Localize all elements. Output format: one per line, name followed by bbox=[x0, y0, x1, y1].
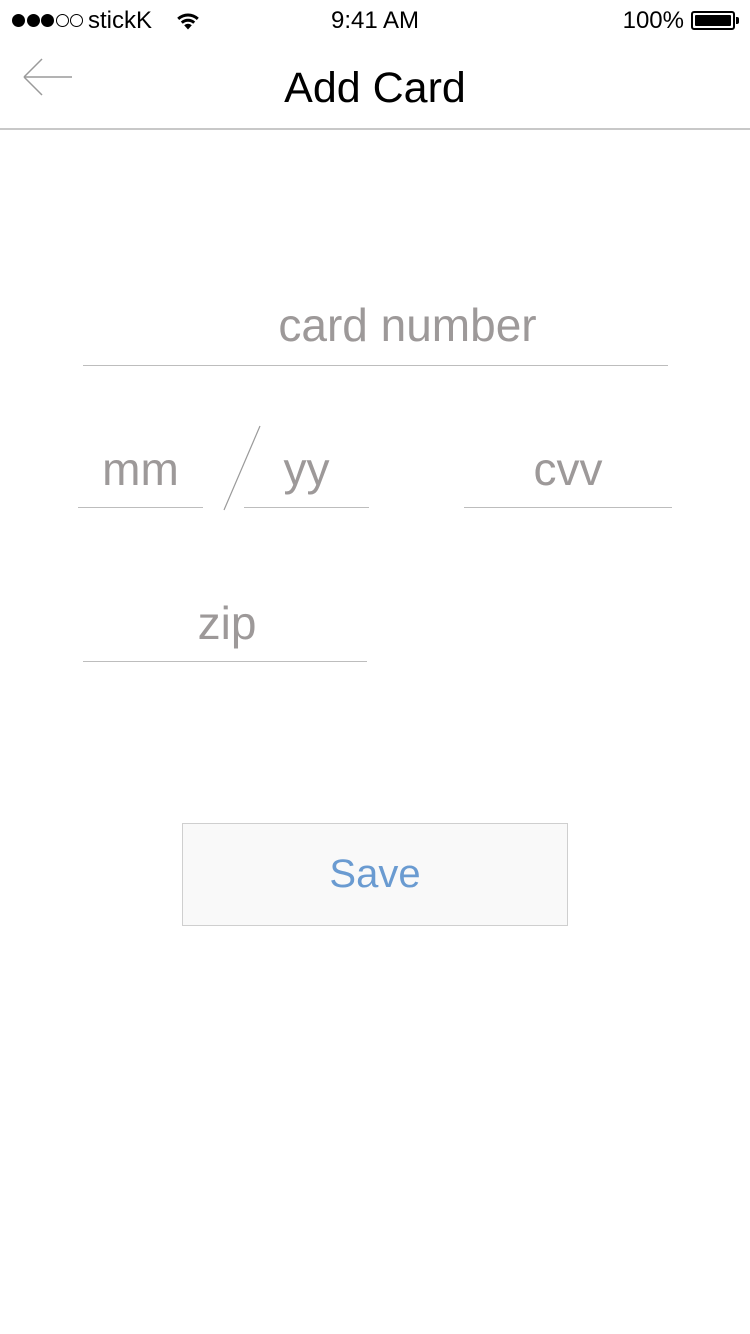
battery-percentage: 100% bbox=[622, 7, 684, 34]
card-number-input[interactable] bbox=[83, 284, 668, 365]
zip-field bbox=[83, 584, 367, 662]
save-button[interactable]: Save bbox=[182, 823, 568, 926]
expiry-month-input[interactable] bbox=[78, 430, 203, 507]
cvv-input[interactable] bbox=[464, 430, 672, 507]
status-bar: stickK 9:41 AM 100% bbox=[0, 0, 750, 40]
page-title: Add Card bbox=[284, 64, 466, 112]
nav-bar: Add Card bbox=[0, 40, 750, 130]
add-card-screen: stickK 9:41 AM 100% Add Card card number… bbox=[0, 0, 750, 1334]
battery-icon bbox=[691, 11, 739, 30]
expiry-month-field bbox=[78, 430, 203, 508]
battery-level-fill bbox=[695, 15, 731, 26]
expiry-year-field bbox=[244, 430, 369, 508]
cvv-field bbox=[464, 430, 672, 508]
expiry-year-input[interactable] bbox=[244, 430, 369, 507]
card-number-field bbox=[83, 284, 668, 366]
zip-input[interactable] bbox=[83, 584, 367, 661]
